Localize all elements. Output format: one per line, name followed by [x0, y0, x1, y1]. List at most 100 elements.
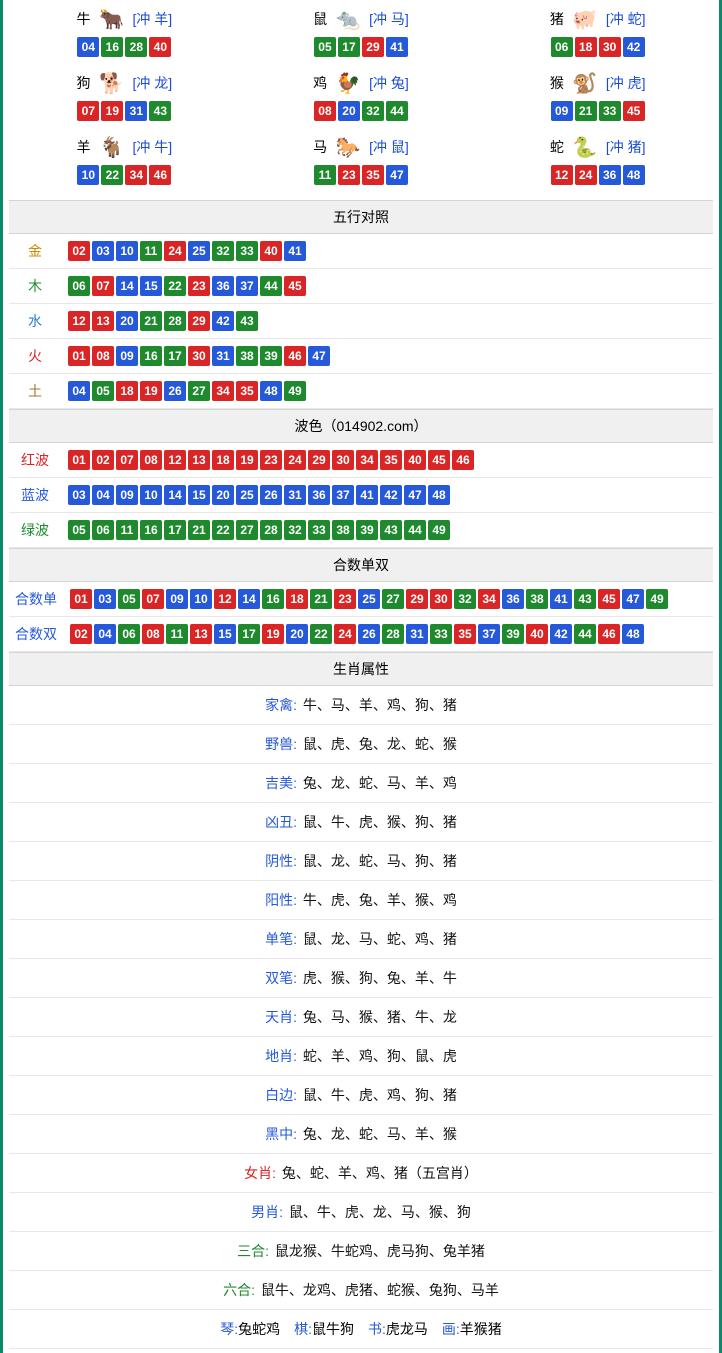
number-ball: 43: [236, 311, 258, 331]
number-ball: 48: [428, 485, 450, 505]
number-ball: 31: [284, 485, 306, 505]
number-ball: 32: [212, 241, 234, 261]
number-ball: 22: [164, 276, 186, 296]
zodiac-clash: [冲 马]: [369, 9, 409, 29]
number-ball: 35: [380, 450, 402, 470]
table-row: 合数单0103050709101214161821232527293032343…: [9, 582, 713, 617]
number-ball: 02: [68, 241, 90, 261]
row-numbers: 04051819262734354849: [61, 374, 713, 409]
number-ball: 02: [70, 624, 92, 644]
number-ball: 11: [116, 520, 138, 540]
number-ball: 22: [212, 520, 234, 540]
book-value: 鼠牛狗: [312, 1321, 354, 1337]
attr-label: 双笔:: [265, 970, 297, 986]
zodiac-cell: 牛🐂[冲 羊] 04162840: [9, 4, 240, 62]
number-ball: 16: [140, 520, 162, 540]
zodiac-numbers: 12243648: [482, 164, 713, 186]
number-ball: 31: [406, 624, 428, 644]
zodiac-name: 鼠: [313, 9, 327, 29]
row-label: 红波: [9, 443, 61, 478]
table-row: 水1213202128294243: [9, 304, 713, 339]
zodiac-cell: 猴🐒[冲 虎]09213345: [482, 68, 713, 126]
books-row: 琴:兔蛇鸡 棋:鼠牛狗 书:虎龙马 画:羊猴猪: [9, 1310, 713, 1349]
attr-label: 家禽:: [265, 697, 297, 713]
number-ball: 15: [214, 624, 236, 644]
row-label: 绿波: [9, 513, 61, 548]
number-ball: 16: [140, 346, 162, 366]
number-ball: 30: [188, 346, 210, 366]
number-ball: 34: [125, 165, 147, 185]
number-ball: 20: [286, 624, 308, 644]
book-label: 画:: [442, 1321, 460, 1337]
number-ball: 41: [550, 589, 572, 609]
table-row: 土04051819262734354849: [9, 374, 713, 409]
book-label: 书:: [368, 1321, 386, 1337]
zodiac-numbers: 05172941: [246, 36, 477, 58]
number-ball: 04: [77, 37, 99, 57]
number-ball: 13: [190, 624, 212, 644]
number-ball: 01: [68, 346, 90, 366]
number-ball: 48: [260, 381, 282, 401]
zodiac-cell: 猪🐖[冲 蛇]06183042: [482, 4, 713, 62]
row-numbers: 0103050709101214161821232527293032343638…: [63, 582, 713, 617]
attr-value: 虎、猴、狗、兔、羊、牛: [299, 970, 457, 986]
zodiac-clash: [冲 兔]: [369, 73, 409, 93]
number-ball: 44: [260, 276, 282, 296]
number-ball: 12: [164, 450, 186, 470]
goat-icon: 🐐: [94, 134, 128, 160]
number-ball: 43: [574, 589, 596, 609]
attr-label: 白边:: [265, 1087, 297, 1103]
number-ball: 25: [188, 241, 210, 261]
number-ball: 17: [164, 346, 186, 366]
number-ball: 13: [92, 311, 114, 331]
number-ball: 30: [430, 589, 452, 609]
number-ball: 11: [140, 241, 162, 261]
ox-icon: 🐂: [94, 6, 128, 32]
number-ball: 16: [101, 37, 123, 57]
attr-row: 天肖: 兔、马、猴、猪、牛、龙: [9, 998, 713, 1037]
zodiac-clash: [冲 牛]: [132, 137, 172, 157]
number-ball: 10: [190, 589, 212, 609]
number-ball: 09: [116, 346, 138, 366]
number-ball: 01: [70, 589, 92, 609]
number-ball: 27: [188, 381, 210, 401]
number-ball: 34: [356, 450, 378, 470]
row-label: 火: [9, 339, 61, 374]
attrs-header: 生肖属性: [9, 652, 713, 686]
number-ball: 33: [599, 101, 621, 121]
attr-row: 三合: 鼠龙猴、牛蛇鸡、虎马狗、兔羊猪: [9, 1232, 713, 1271]
number-ball: 41: [386, 37, 408, 57]
zodiac-top: 牛🐂[冲 羊]: [76, 6, 172, 32]
row-label: 水: [9, 304, 61, 339]
number-ball: 09: [116, 485, 138, 505]
attr-row: 女肖: 兔、蛇、羊、鸡、猪（五宫肖）: [9, 1154, 713, 1193]
rooster-icon: 🐓: [331, 70, 365, 96]
number-ball: 42: [623, 37, 645, 57]
attr-label: 天肖:: [265, 1009, 297, 1025]
row-numbers: 03040910141520252631363741424748: [61, 478, 713, 513]
zodiac-grid: 牛🐂[冲 羊]04162840鼠🐀[冲 马]05172941猪🐖[冲 蛇]061…: [9, 4, 713, 190]
attr-value: 鼠、牛、虎、猴、狗、猪: [299, 814, 457, 830]
attr-value: 兔、龙、蛇、马、羊、猴: [299, 1126, 457, 1142]
row-label: 木: [9, 269, 61, 304]
wuxing-table: 金02031011242532334041木060714152223363744…: [9, 234, 713, 409]
number-ball: 26: [358, 624, 380, 644]
zodiac-clash: [冲 龙]: [132, 73, 172, 93]
attr-row: 吉美: 兔、龙、蛇、马、羊、鸡: [9, 764, 713, 803]
attr-label: 单笔:: [265, 931, 297, 947]
number-ball: 07: [116, 450, 138, 470]
heshu-header: 合数单双: [9, 548, 713, 582]
attr-label: 地肖:: [265, 1048, 297, 1064]
number-ball: 29: [188, 311, 210, 331]
number-ball: 32: [362, 101, 384, 121]
number-ball: 03: [94, 589, 116, 609]
zodiac-cell: 鸡🐓[冲 兔]08203244: [246, 68, 477, 126]
zodiac-numbers: 04162840: [9, 36, 240, 58]
number-ball: 47: [404, 485, 426, 505]
number-ball: 19: [140, 381, 162, 401]
number-ball: 26: [260, 485, 282, 505]
attr-row: 凶丑: 鼠、牛、虎、猴、狗、猪: [9, 803, 713, 842]
book-label: 棋:: [294, 1321, 312, 1337]
number-ball: 29: [362, 37, 384, 57]
number-ball: 09: [551, 101, 573, 121]
